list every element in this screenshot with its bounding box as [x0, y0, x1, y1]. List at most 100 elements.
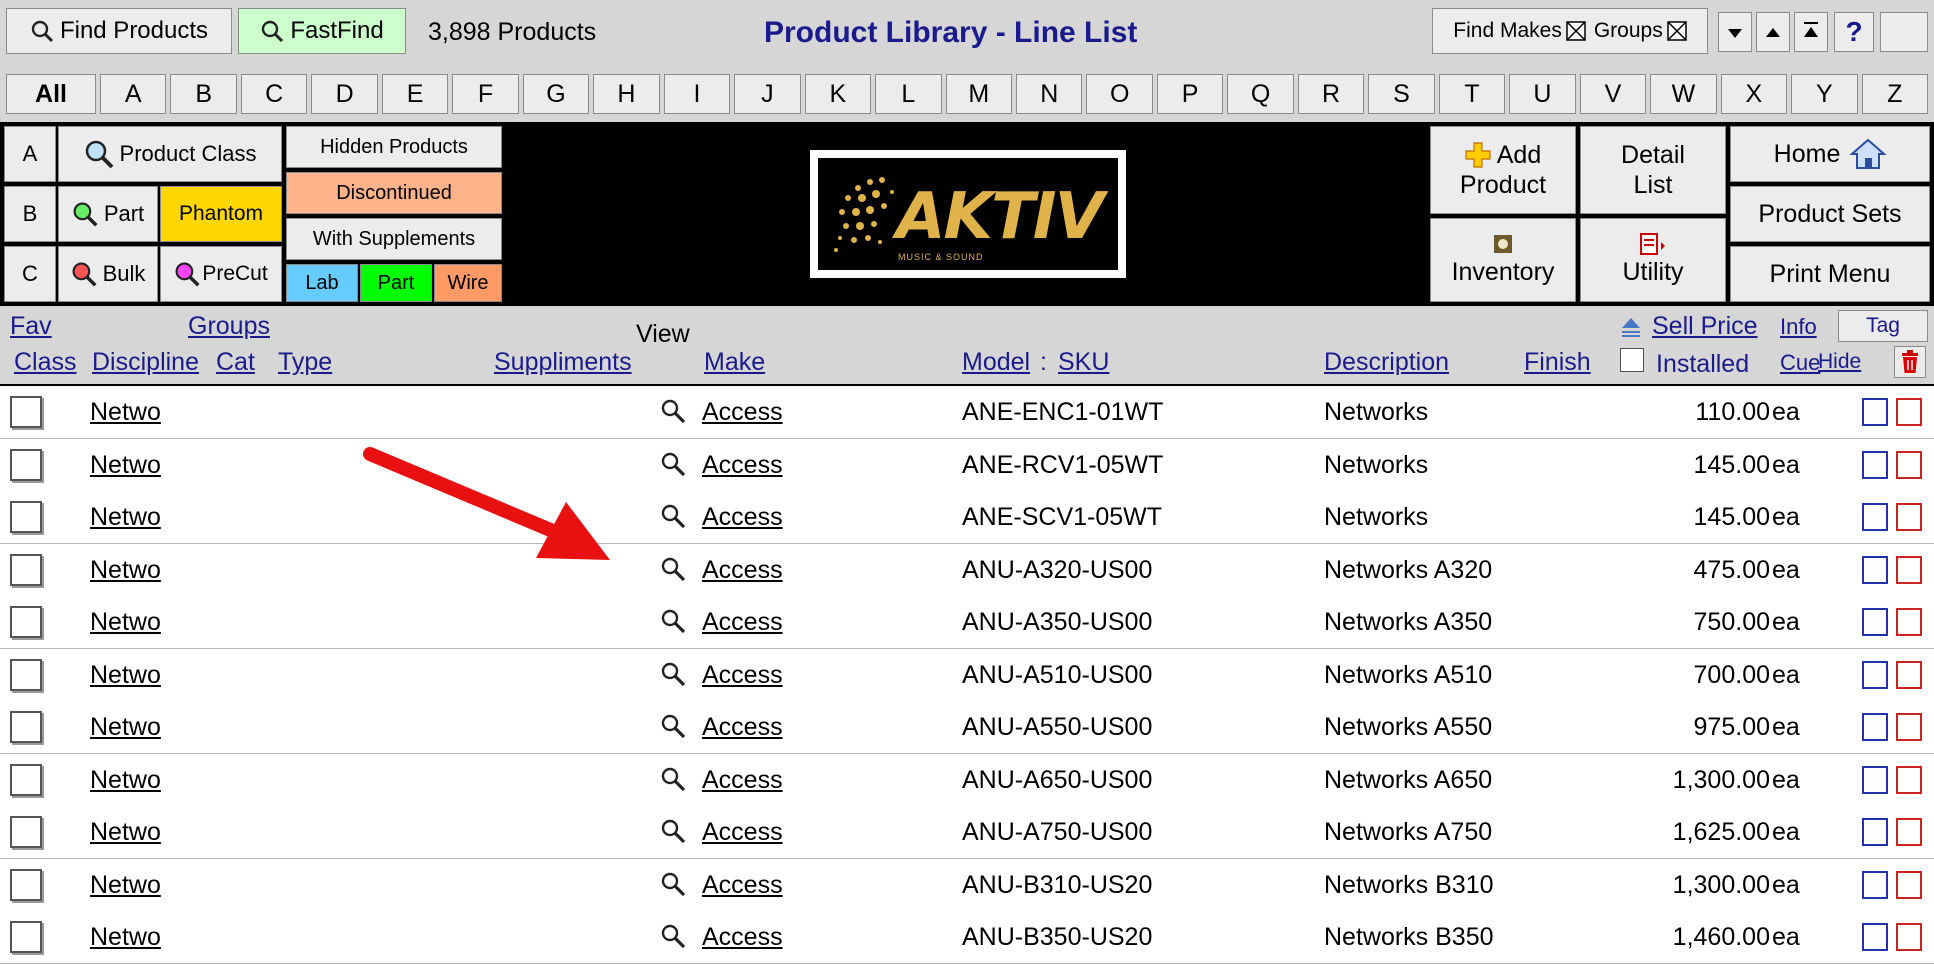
phantom-button[interactable]: Phantom	[160, 186, 282, 242]
letter-j-button[interactable]: J	[734, 74, 801, 114]
bulk-button[interactable]: Bulk	[58, 246, 158, 302]
hide-checkbox[interactable]	[1896, 450, 1922, 479]
tag-checkbox[interactable]	[1862, 450, 1888, 479]
letter-z-button[interactable]: Z	[1861, 74, 1928, 114]
row-label-c[interactable]: C	[4, 246, 56, 302]
fav-checkbox[interactable]	[10, 658, 42, 691]
fav-checkbox[interactable]	[10, 606, 42, 638]
description-header[interactable]: Description	[1324, 348, 1449, 377]
letter-l-button[interactable]: L	[875, 74, 942, 114]
magnifier-icon[interactable]	[660, 713, 686, 744]
home-button[interactable]: Home	[1730, 126, 1930, 182]
magnifier-icon[interactable]	[660, 766, 686, 797]
magnifier-icon[interactable]	[660, 608, 686, 639]
supplements-header[interactable]: Suppliments	[494, 348, 632, 377]
letter-a-button[interactable]: A	[100, 74, 167, 114]
make-link[interactable]: Access	[702, 713, 783, 742]
hide-checkbox[interactable]	[1896, 713, 1922, 741]
tag-checkbox[interactable]	[1862, 608, 1888, 636]
discipline-header[interactable]: Discipline	[92, 348, 199, 377]
fav-header[interactable]: Fav	[10, 312, 52, 341]
letter-s-button[interactable]: S	[1368, 74, 1435, 114]
type-header[interactable]: Type	[278, 348, 332, 377]
utility-button[interactable]: Utility	[1580, 218, 1726, 302]
letter-i-button[interactable]: I	[663, 74, 731, 114]
hide-header[interactable]: Hide	[1818, 350, 1861, 374]
magnifier-icon[interactable]	[660, 661, 686, 692]
dropdown-button[interactable]	[1718, 12, 1752, 52]
discontinued-button[interactable]: Discontinued	[286, 172, 502, 214]
fav-checkbox[interactable]	[10, 921, 42, 953]
make-link[interactable]: Access	[702, 398, 783, 427]
letter-w-button[interactable]: W	[1650, 74, 1717, 114]
hide-checkbox[interactable]	[1896, 818, 1922, 846]
groups-header[interactable]: Groups	[188, 312, 270, 341]
part-filter-button[interactable]: Part	[360, 264, 432, 302]
part-button[interactable]: Part	[58, 186, 158, 242]
fav-checkbox[interactable]	[10, 868, 42, 901]
magnifier-icon[interactable]	[660, 503, 686, 534]
make-link[interactable]: Access	[702, 503, 783, 532]
with-supplements-button[interactable]: With Supplements	[286, 218, 502, 260]
cue-header[interactable]: Cue	[1780, 350, 1820, 376]
letter-m-button[interactable]: M	[945, 74, 1012, 114]
letter-n-button[interactable]: N	[1016, 74, 1083, 114]
trash-icon[interactable]	[1894, 346, 1926, 378]
model-header[interactable]: Model	[962, 348, 1030, 377]
letter-v-button[interactable]: V	[1579, 74, 1647, 114]
hide-checkbox[interactable]	[1896, 923, 1922, 951]
print-menu-button[interactable]: Print Menu	[1730, 246, 1930, 302]
discipline-link[interactable]: Netwo	[90, 871, 161, 900]
product-class-button[interactable]: Product Class	[58, 126, 282, 182]
fav-checkbox[interactable]	[10, 448, 42, 481]
letter-y-button[interactable]: Y	[1791, 74, 1858, 114]
hide-checkbox[interactable]	[1896, 398, 1922, 426]
tag-checkbox[interactable]	[1862, 765, 1888, 794]
letter-e-button[interactable]: E	[381, 74, 449, 114]
discipline-link[interactable]: Netwo	[90, 923, 161, 952]
magnifier-icon[interactable]	[660, 556, 686, 587]
letter-x-button[interactable]: X	[1720, 74, 1788, 114]
discipline-link[interactable]: Netwo	[90, 608, 161, 637]
discipline-link[interactable]: Netwo	[90, 661, 161, 690]
find-products-button[interactable]: Find Products	[6, 8, 232, 54]
tag-checkbox[interactable]	[1862, 555, 1888, 584]
magnifier-icon[interactable]	[660, 398, 686, 429]
installed-checkbox[interactable]	[1620, 348, 1644, 372]
letter-o-button[interactable]: O	[1086, 74, 1153, 114]
wire-filter-button[interactable]: Wire	[434, 264, 502, 302]
hide-checkbox[interactable]	[1896, 503, 1922, 531]
fav-checkbox[interactable]	[10, 553, 42, 586]
discipline-link[interactable]: Netwo	[90, 556, 161, 585]
letter-f-button[interactable]: F	[452, 74, 519, 114]
discipline-link[interactable]: Netwo	[90, 818, 161, 847]
magnifier-icon[interactable]	[660, 818, 686, 849]
top-right-blank-button[interactable]	[1880, 12, 1928, 52]
magnifier-icon[interactable]	[660, 451, 686, 482]
letter-h-button[interactable]: H	[593, 74, 660, 114]
make-header[interactable]: Make	[704, 348, 765, 377]
fastfind-button[interactable]: FastFind	[238, 8, 406, 54]
letter-all-button[interactable]: All	[6, 74, 96, 114]
detail-list-button[interactable]: Detail List	[1580, 126, 1726, 214]
row-label-b[interactable]: B	[4, 186, 56, 242]
make-link[interactable]: Access	[702, 766, 783, 795]
letter-k-button[interactable]: K	[804, 74, 872, 114]
letter-d-button[interactable]: D	[311, 74, 378, 114]
add-product-button[interactable]: Add Product	[1430, 126, 1576, 214]
tag-checkbox[interactable]	[1862, 660, 1888, 689]
hidden-products-button[interactable]: Hidden Products	[286, 126, 502, 168]
fav-checkbox[interactable]	[10, 816, 42, 848]
fav-checkbox[interactable]	[10, 763, 42, 796]
finish-header[interactable]: Finish	[1524, 348, 1591, 377]
info-header[interactable]: Info	[1780, 314, 1817, 340]
discipline-link[interactable]: Netwo	[90, 503, 161, 532]
discipline-link[interactable]: Netwo	[90, 766, 161, 795]
tag-checkbox[interactable]	[1862, 398, 1888, 426]
make-link[interactable]: Access	[702, 608, 783, 637]
hide-checkbox[interactable]	[1896, 608, 1922, 636]
magnifier-icon[interactable]	[660, 871, 686, 902]
hide-checkbox[interactable]	[1896, 870, 1922, 899]
letter-r-button[interactable]: R	[1297, 74, 1365, 114]
discipline-link[interactable]: Netwo	[90, 398, 161, 427]
